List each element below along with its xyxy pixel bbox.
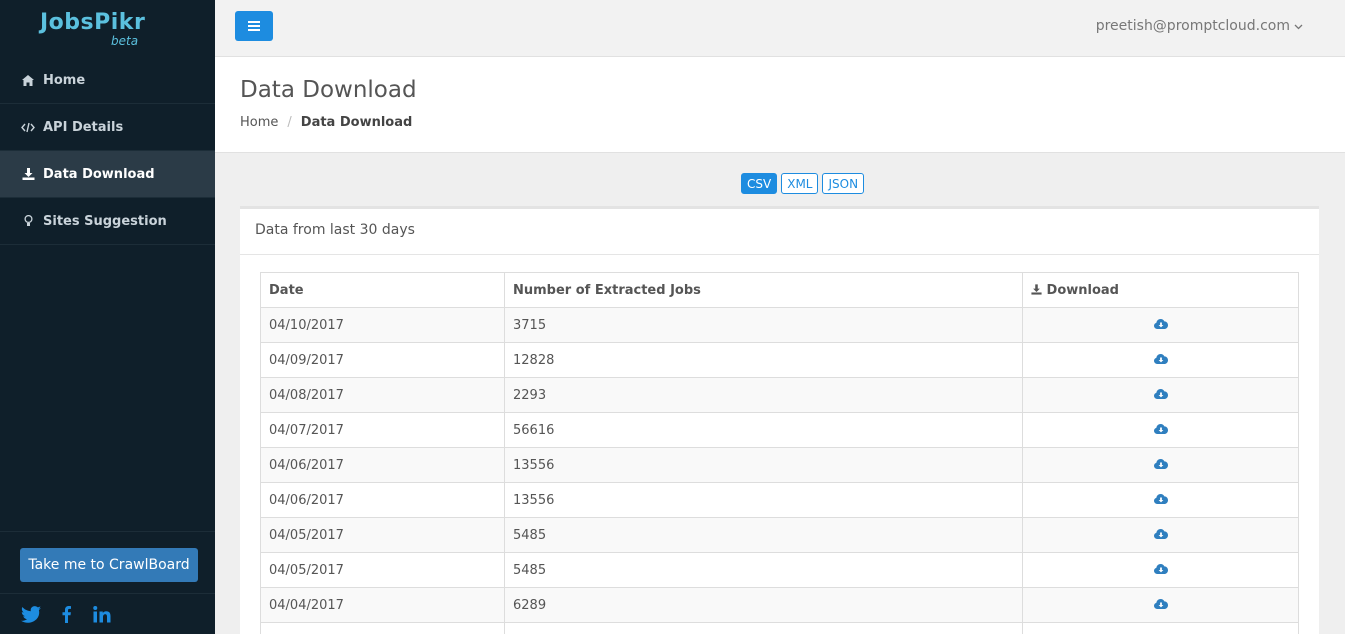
page-header: Data Download Home / Data Download: [215, 57, 1345, 153]
cell-date: 04/03/2017: [260, 622, 505, 634]
cell-date: 04/10/2017: [260, 307, 505, 343]
cell-jobs: 2293: [504, 377, 1023, 413]
table-row: 04/06/2017 13556: [260, 482, 1299, 518]
format-selector: CSV XML JSON: [741, 173, 865, 194]
table-row: 04/07/2017 56616: [260, 412, 1299, 448]
cell-download: [1022, 447, 1299, 483]
breadcrumb-home-link[interactable]: Home: [240, 115, 278, 130]
breadcrumb-separator: /: [287, 115, 292, 130]
cell-jobs: 13556: [504, 447, 1023, 483]
sidebar-item-sites-suggestion[interactable]: Sites Suggestion: [0, 198, 215, 245]
cell-download: [1022, 482, 1299, 518]
table-row: 04/03/20175870: [260, 622, 1299, 634]
cell-date: 04/06/2017: [260, 447, 505, 483]
cell-jobs: 5870: [504, 622, 1023, 634]
logo-beta-tag: beta: [111, 34, 139, 48]
download-header-icon: [1031, 283, 1047, 298]
column-header-download: Download: [1022, 272, 1299, 308]
cell-download: [1022, 412, 1299, 448]
cloud-download-icon[interactable]: [1153, 318, 1168, 333]
cell-jobs: 5485: [504, 552, 1023, 588]
crawlboard-button[interactable]: Take me to CrawlBoard: [20, 548, 198, 582]
cloud-download-icon[interactable]: [1153, 388, 1168, 403]
downloads-table: Date Number of Extracted Jobs Download 0…: [260, 272, 1299, 634]
table-row: 04/05/2017 5485: [260, 552, 1299, 588]
cloud-download-icon[interactable]: [1153, 598, 1168, 613]
download-icon: [20, 168, 36, 180]
cell-date: 04/09/2017: [260, 342, 505, 378]
cell-jobs: 56616: [504, 412, 1023, 448]
facebook-icon[interactable]: [62, 606, 71, 627]
home-icon: [20, 74, 36, 86]
table-row: 04/05/2017 5485: [260, 517, 1299, 553]
user-menu[interactable]: preetish@promptcloud.com: [1096, 18, 1303, 34]
cell-date: 04/07/2017: [260, 412, 505, 448]
cloud-download-icon[interactable]: [1153, 423, 1168, 438]
panel-heading: Data from last 30 days: [240, 209, 1319, 255]
breadcrumb-current: Data Download: [300, 115, 413, 130]
cell-jobs: 12828: [504, 342, 1023, 378]
sidebar-item-label: Data Download: [43, 166, 155, 182]
column-header-jobs: Number of Extracted Jobs: [504, 272, 1023, 308]
code-icon: [20, 122, 36, 133]
format-csv-button[interactable]: CSV: [741, 173, 778, 194]
sidebar-item-label: API Details: [43, 119, 124, 135]
chevron-down-icon: [1294, 18, 1303, 34]
logo[interactable]: JobsPikr beta: [0, 0, 215, 57]
cloud-download-icon[interactable]: [1153, 458, 1168, 473]
cell-jobs: 5485: [504, 517, 1023, 553]
cell-download: [1022, 342, 1299, 378]
column-header-date: Date: [260, 272, 505, 308]
cell-download: [1022, 552, 1299, 588]
breadcrumb: Home / Data Download: [240, 115, 412, 130]
sidebar-item-data-download[interactable]: Data Download: [0, 151, 215, 198]
cloud-download-icon[interactable]: [1153, 353, 1168, 368]
cell-date: 04/04/2017: [260, 587, 505, 623]
sidebar-footer: Take me to CrawlBoard: [0, 531, 215, 623]
format-xml-button[interactable]: XML: [781, 173, 819, 194]
cloud-download-icon[interactable]: [1153, 493, 1168, 508]
sidebar: JobsPikr beta Home API Details Data Down…: [0, 0, 215, 634]
cell-download: [1022, 307, 1299, 343]
linkedin-icon[interactable]: [93, 606, 111, 627]
table-row: 04/09/2017 12828: [260, 342, 1299, 378]
sidebar-item-label: Home: [43, 72, 86, 88]
cloud-download-icon[interactable]: [1153, 563, 1168, 578]
data-panel: Data from last 30 days Date Number of Ex…: [240, 206, 1319, 634]
twitter-icon[interactable]: [21, 606, 41, 627]
logo-text: JobsPikr: [40, 10, 146, 35]
sidebar-item-label: Sites Suggestion: [43, 213, 167, 229]
cloud-download-icon[interactable]: [1153, 528, 1168, 543]
page-title: Data Download: [240, 77, 417, 103]
cell-date: 04/05/2017: [260, 552, 505, 588]
format-json-button[interactable]: JSON: [822, 173, 865, 194]
cell-date: 04/06/2017: [260, 482, 505, 518]
cell-jobs: 13556: [504, 482, 1023, 518]
user-email: preetish@promptcloud.com: [1095, 18, 1290, 34]
cell-date: 04/08/2017: [260, 377, 505, 413]
cell-download: [1022, 587, 1299, 623]
table-row: 04/04/2017 6289: [260, 587, 1299, 623]
download-header-label: Download: [1046, 282, 1119, 298]
lightbulb-icon: [20, 215, 36, 227]
cell-download: [1022, 377, 1299, 413]
sidebar-item-api-details[interactable]: API Details: [0, 104, 215, 151]
sidebar-item-home[interactable]: Home: [0, 57, 215, 104]
hamburger-icon: [248, 19, 260, 34]
menu-toggle-button[interactable]: [235, 11, 273, 41]
cell-download: [1022, 517, 1299, 553]
table-row: 04/06/2017 13556: [260, 447, 1299, 483]
table-row: 04/10/2017 3715: [260, 307, 1299, 343]
cell-jobs: 3715: [504, 307, 1023, 343]
cell-date: 04/05/2017: [260, 517, 505, 553]
social-links: [0, 593, 215, 634]
topbar: preetish@promptcloud.com: [215, 0, 1345, 57]
table-header-row: Date Number of Extracted Jobs Download: [260, 272, 1299, 308]
table-row: 04/08/2017 2293: [260, 377, 1299, 413]
cell-download: [1022, 622, 1299, 634]
table-wrapper: Date Number of Extracted Jobs Download 0…: [260, 272, 1299, 634]
cell-jobs: 6289: [504, 587, 1023, 623]
